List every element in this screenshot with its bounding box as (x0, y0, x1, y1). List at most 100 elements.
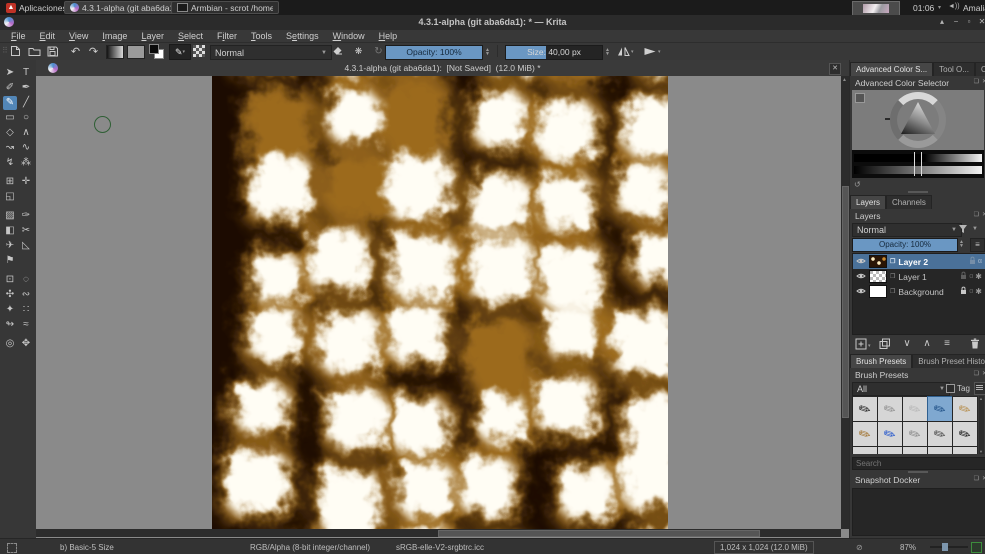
selection-mode-icon[interactable] (7, 543, 17, 553)
brush-preset-cell[interactable]: ✎ (902, 446, 928, 454)
menu-file[interactable]: File (4, 31, 33, 41)
tool-gradient[interactable]: ▨ (3, 209, 17, 223)
tool-magnetic-select[interactable]: ≈ (19, 318, 33, 332)
taskbar-window-terminal[interactable]: Armbian - scrot /home/a... (171, 1, 279, 14)
maximize-button[interactable]: ▫ (963, 16, 975, 28)
brush-preset-cell[interactable]: ✎ (952, 396, 978, 422)
reload-preset-button[interactable]: ↻ (371, 44, 386, 58)
tool-text[interactable]: T (19, 66, 33, 80)
tab-brush-preset-history[interactable]: Brush Preset History (912, 354, 985, 368)
menu-select[interactable]: Select (171, 31, 210, 41)
tool-rect-select[interactable]: ⊡ (3, 273, 17, 287)
applications-menu[interactable]: ▲ Aplicaciones (1, 0, 72, 15)
preset-search-input[interactable] (852, 457, 985, 470)
mirror-vertical-menu[interactable]: ▾ (658, 49, 661, 55)
toolbar-grip[interactable]: ⠿ (2, 46, 8, 55)
brush-preset-cell[interactable]: ✎ (952, 446, 978, 454)
tool-reference-images[interactable]: ⚑ (3, 254, 17, 268)
layer-style-icon[interactable]: ✱ (975, 287, 982, 296)
tool-polyline[interactable]: ∧ (19, 126, 33, 140)
layer-visibility-icon[interactable] (856, 287, 866, 297)
selector-settings-icon[interactable] (855, 93, 865, 103)
brush-preset-cell[interactable]: ✎ (927, 396, 953, 422)
float-docker-icon[interactable]: ❏ (974, 475, 979, 482)
menu-settings[interactable]: Settings (279, 31, 326, 41)
float-docker-icon[interactable]: ❏ (974, 370, 979, 377)
brush-preset-cell[interactable]: ✎ (877, 396, 903, 422)
tool-fill[interactable]: ◧ (3, 224, 17, 238)
opacity-spinner[interactable]: ▲▼ (483, 45, 492, 58)
color-selector-header[interactable]: Advanced Color Selector ❏ ✕ (850, 78, 985, 89)
layer-alpha-lock-icon[interactable]: α (969, 288, 973, 295)
tool-similar-color-select[interactable]: ✦ (3, 303, 17, 317)
float-docker-icon[interactable]: ❏ (974, 78, 979, 85)
size-slider[interactable]: Size: 40,00 px (505, 45, 603, 60)
tool-bezier-curve[interactable]: ↝ (3, 141, 17, 155)
shade-selector[interactable] (852, 150, 984, 178)
tool-polygon-select[interactable]: ✣ (3, 288, 17, 302)
brush-preset-cell[interactable]: ✎ (927, 421, 953, 447)
horizontal-scrollbar[interactable] (36, 529, 841, 537)
tab-overview[interactable]: Ov... (975, 62, 985, 76)
tool-ellipse-select[interactable]: ◌ (19, 273, 33, 287)
vertical-scroll-thumb[interactable] (842, 186, 849, 418)
move-layer-up-button[interactable]: ∧ (920, 337, 934, 350)
undo-button[interactable]: ↶ (68, 44, 83, 58)
blending-mode-dropdown[interactable]: Normal▼ (210, 45, 332, 60)
save-button[interactable] (45, 44, 60, 58)
layer-options-button[interactable]: ≡ (970, 238, 985, 252)
menu-tools[interactable]: Tools (244, 31, 279, 41)
tool-smart-patch[interactable]: ✂ (19, 224, 33, 238)
eraser-mode-button[interactable] (330, 44, 345, 58)
tool-color-sampler[interactable]: ✑ (19, 209, 33, 223)
layer-opacity-slider[interactable]: Opacity: 100% (852, 238, 958, 252)
taskbar-window-krita[interactable]: 4.3.1-alpha (git aba6da1... (64, 1, 178, 14)
tool-zoom[interactable]: ◎ (3, 337, 17, 351)
user-menu[interactable]: Amalia (958, 0, 985, 15)
layer-row-layer-1[interactable]: ❐Layer 1α✱ (853, 269, 985, 284)
brush-editor-button[interactable]: ✎▾ (169, 44, 191, 60)
zoom-slider-handle[interactable] (942, 543, 948, 551)
float-docker-icon[interactable]: ❏ (974, 211, 979, 218)
layer-lock-icon[interactable] (960, 286, 967, 297)
brush-preset-cell[interactable]: ✎ (952, 421, 978, 447)
pattern-chooser[interactable] (127, 45, 145, 59)
tool-bezier-select[interactable]: ↬ (3, 318, 17, 332)
add-layer-button[interactable] (854, 337, 868, 350)
docker-splitter[interactable] (908, 471, 928, 473)
layer-row-background[interactable]: ❐Backgroundα✱ (853, 284, 985, 299)
window-titlebar[interactable]: 4.3.1-alpha (git aba6da1): * — Krita ▴ −… (0, 15, 985, 30)
tab-layers[interactable]: Layers (850, 195, 886, 209)
close-button[interactable]: ✕ (976, 16, 985, 28)
brush-preset-cell[interactable]: ✎ (852, 446, 878, 454)
tool-freehand-select[interactable]: ∾ (19, 288, 33, 302)
layer-opacity-spinner[interactable]: ▲▼ (957, 238, 966, 250)
menu-filter[interactable]: Filter (210, 31, 244, 41)
canvas-image[interactable] (212, 76, 668, 529)
layer-visibility-icon[interactable] (856, 257, 866, 267)
shade-window-button[interactable]: ▴ (936, 16, 948, 28)
snapshot-docker-header[interactable]: Snapshot Docker ❏ ✕ (850, 475, 985, 486)
menu-layer[interactable]: Layer (134, 31, 171, 41)
tool-assistants[interactable]: ✈ (3, 239, 17, 253)
gamut-warning-icon[interactable]: ⊘ (856, 543, 863, 552)
tool-line[interactable]: ╱ (19, 96, 33, 110)
tab-tool-options[interactable]: Tool O... (933, 62, 975, 76)
layer-row-layer-2[interactable]: ❐Layer 2α (853, 254, 985, 269)
brush-preset-chooser-button[interactable] (193, 45, 205, 57)
tool-freehand-path[interactable]: ∿ (19, 141, 33, 155)
close-document-icon[interactable]: ✕ (829, 63, 841, 75)
new-document-button[interactable] (8, 44, 23, 58)
layer-lock-icon[interactable] (960, 271, 967, 282)
opacity-slider[interactable]: Opacity: 100% (385, 45, 483, 60)
color-history-icon[interactable]: ↺ (854, 180, 861, 189)
mirror-horizontal-button[interactable] (614, 44, 632, 58)
foreground-background-color[interactable] (149, 44, 164, 58)
open-document-button[interactable] (27, 44, 42, 58)
preset-scrollbar[interactable]: ▲ ▼ (979, 396, 984, 454)
tool-multibrush[interactable]: ⁂ (19, 156, 33, 170)
tool-pan[interactable]: ✥ (19, 337, 33, 351)
mirror-vertical-button[interactable] (641, 44, 659, 58)
tool-ellipse[interactable]: ○ (19, 111, 33, 125)
layer-style-icon[interactable]: ✱ (975, 272, 982, 281)
